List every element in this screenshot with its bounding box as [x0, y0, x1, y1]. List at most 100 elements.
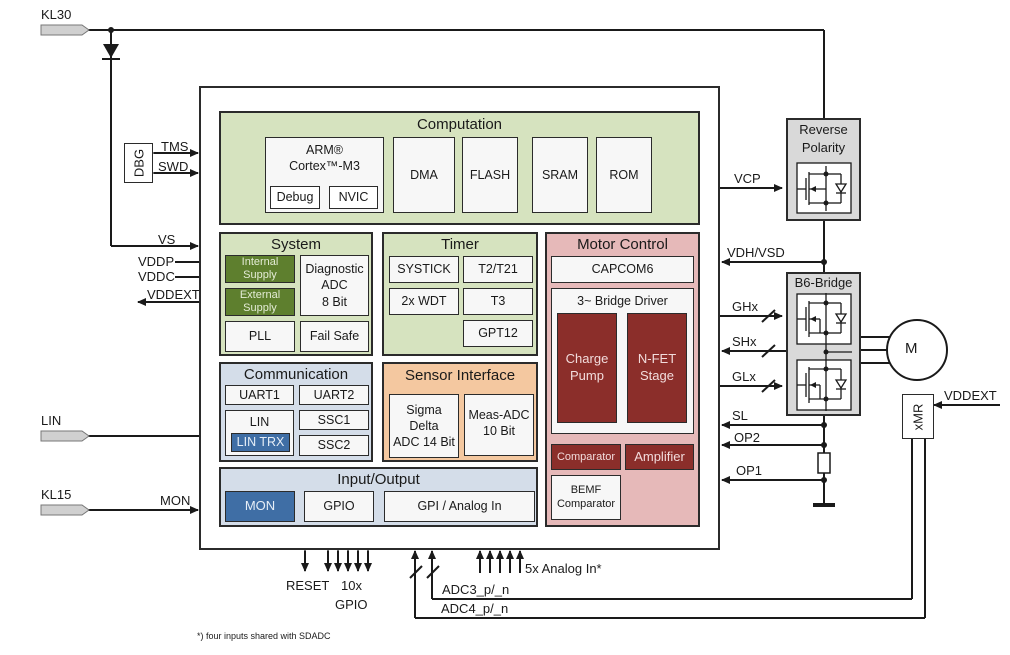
op2-label: OP2 — [734, 430, 761, 445]
nfet-line1: N-FET — [637, 351, 677, 367]
charge-pump-line2: Pump — [570, 368, 604, 383]
half-bridge-icon — [796, 293, 852, 411]
wdt-block: 2x WDT — [389, 288, 459, 315]
t2-t21-block: T2/T21 — [463, 256, 533, 283]
reset-label: RESET — [286, 578, 330, 593]
sl-label: SL — [732, 408, 748, 423]
junction-dot — [821, 442, 827, 448]
vddp-label: VDDP — [138, 254, 175, 269]
lin-label: LIN — [41, 413, 62, 428]
vddext-right-label: VDDEXT — [944, 388, 997, 403]
io-title: Input/Output — [337, 471, 420, 488]
computation-block: Computation ARM® Cortex™-M3 Debug NVIC DM… — [219, 111, 700, 225]
sram-block: SRAM — [532, 137, 588, 213]
kl30-label: KL30 — [41, 7, 72, 22]
input-output-block: Input/Output MON GPIO GPI / Analog In — [219, 467, 538, 527]
diag-adc-line2: ADC — [321, 278, 348, 293]
shunt-resistor-icon — [817, 452, 831, 474]
pll-block: PLL — [225, 321, 295, 352]
internal-supply-block: Internal Supply — [225, 255, 295, 283]
mon-signal-label: MON — [160, 493, 191, 508]
meas-adc-block: Meas-ADC 10 Bit — [464, 394, 534, 456]
nfet-line2: Stage — [640, 368, 674, 383]
mosfet-icon — [796, 162, 852, 214]
cpu-line1: ARM® — [306, 143, 343, 157]
vcp-label: VCP — [734, 171, 761, 186]
lin-pin-icon — [40, 430, 90, 442]
amplifier-block: Amplifier — [625, 444, 694, 470]
sensor-interface-title: Sensor Interface — [404, 367, 516, 384]
ghx-label: GHx — [732, 299, 758, 314]
ssc1-block: SSC1 — [299, 410, 369, 430]
xmr-label: xMR — [910, 403, 926, 430]
cpu-line2: Cortex™-M3 — [289, 159, 360, 174]
junction-dot — [821, 259, 827, 265]
dbg-block: DBG — [124, 143, 153, 183]
swd-label: SWD — [158, 159, 189, 174]
reverse-line2: Polarity — [801, 139, 846, 155]
system-block: System Internal Supply External Supply D… — [219, 232, 373, 356]
sd-adc-line1: Sigma Delta — [406, 402, 442, 433]
vdh-vsd-label: VDH/VSD — [727, 245, 785, 260]
shx-label: SHx — [732, 334, 757, 349]
sensor-interface-block: Sensor Interface Sigma Delta ADC 14 Bit M… — [382, 362, 538, 462]
timer-block: Timer SYSTICK T2/T21 2x WDT T3 GPT12 — [382, 232, 538, 356]
bemf-line1: BEMF — [570, 483, 602, 496]
charge-pump-line1: Charge — [565, 351, 609, 367]
communication-block: Communication UART1 UART2 LIN LIN TRX SS… — [219, 362, 373, 462]
bemf-line2: Comparator — [556, 497, 616, 510]
bemf-comparator-block: BEMF Comparator — [551, 475, 621, 520]
glx-label: GLx — [732, 369, 756, 384]
adc3-label: ADC3_p/_n — [442, 582, 510, 597]
motor-control-title: Motor Control — [577, 236, 668, 253]
junction-dot — [108, 27, 114, 33]
gpi-analog-in-block: GPI / Analog In — [384, 491, 535, 522]
ssc2-block: SSC2 — [299, 435, 369, 456]
lin-trx-block: LIN TRX — [231, 433, 290, 452]
computation-title: Computation — [416, 116, 503, 133]
nvic-block: NVIC — [329, 186, 378, 209]
rom-block: ROM — [596, 137, 652, 213]
nfet-stage-block: N-FET Stage — [627, 313, 687, 423]
kl30-pin-icon — [40, 24, 90, 36]
uart1-block: UART1 — [225, 385, 294, 405]
external-supply-block: External Supply — [225, 288, 295, 316]
junction-dot — [821, 477, 827, 483]
reverse-polarity-block: Reverse Polarity — [786, 118, 861, 221]
diagnostic-adc-block: Diagnostic ADC 8 Bit — [300, 255, 369, 316]
dma-block: DMA — [393, 137, 455, 213]
sd-adc-line2: ADC 14 Bit — [393, 435, 455, 450]
motor-label: M — [905, 340, 918, 357]
meas-adc-line1: Meas-ADC — [468, 408, 530, 422]
kl15-label: KL15 — [41, 487, 72, 502]
vddext-left-label: VDDEXT — [147, 287, 200, 302]
b6-bridge-label: B6-Bridge — [794, 275, 853, 290]
footnote: *) four inputs shared with SDADC — [197, 631, 331, 641]
fail-safe-block: Fail Safe — [300, 321, 369, 352]
dbg-label: DBG — [131, 148, 146, 178]
b6-bridge-block: B6-Bridge — [786, 272, 861, 416]
tms-label: TMS — [161, 139, 189, 154]
comparator-block: Comparator — [551, 444, 621, 470]
flash-block: FLASH — [462, 137, 518, 213]
t3-block: T3 — [463, 288, 533, 315]
charge-pump-block: Charge Pump — [557, 313, 617, 423]
reverse-polarity-label: Reverse Polarity — [788, 121, 859, 156]
capcom6-block: CAPCOM6 — [551, 256, 694, 283]
diag-adc-line1: Diagnostic — [305, 262, 364, 277]
lin-label-inner: LIN — [249, 415, 270, 429]
system-title: System — [270, 236, 321, 253]
adc4-label: ADC4_p/_n — [441, 601, 509, 616]
gpio-count-label: 10x — [341, 578, 362, 593]
uart2-block: UART2 — [299, 385, 369, 405]
ground-icon — [813, 503, 835, 507]
sigma-delta-adc-block: Sigma Delta ADC 14 Bit — [389, 394, 459, 458]
mon-block: MON — [225, 491, 295, 522]
vddc-label: VDDC — [138, 269, 175, 284]
diode-icon — [102, 44, 120, 60]
xmr-sensor-block: xMR — [902, 394, 934, 439]
motor-control-block: Motor Control CAPCOM6 3~ Bridge Driver C… — [545, 232, 700, 527]
gpt12-block: GPT12 — [463, 320, 533, 347]
timer-title: Timer — [441, 236, 479, 253]
gpio-block: GPIO — [304, 491, 374, 522]
